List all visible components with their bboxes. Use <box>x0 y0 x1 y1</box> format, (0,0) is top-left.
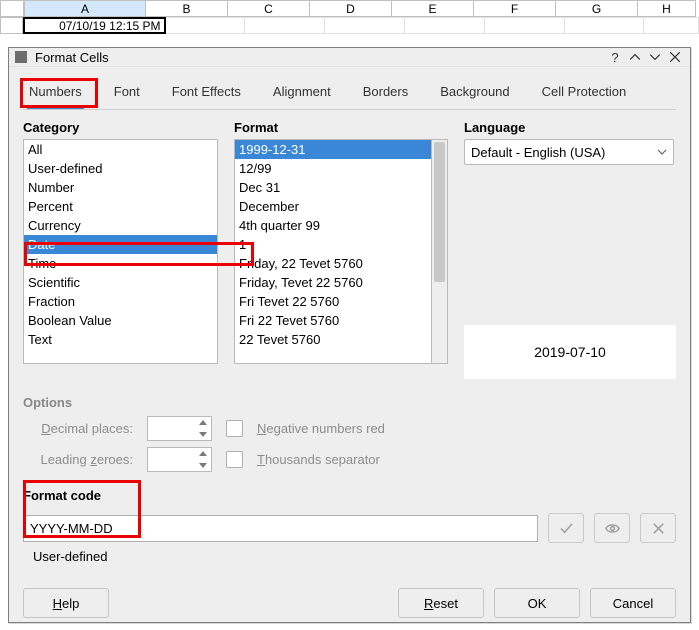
scrollbar-thumb[interactable] <box>434 142 445 282</box>
tab-borders[interactable]: Borders <box>361 80 411 109</box>
help-button[interactable]: Help <box>23 588 109 618</box>
edit-comment-button[interactable] <box>594 513 630 543</box>
category-item[interactable]: Scientific <box>24 273 217 292</box>
format-cells-dialog: Format Cells ? Numbers Font Font Effects… <box>8 47 691 623</box>
format-code-input[interactable] <box>23 515 538 542</box>
format-item[interactable]: 4th quarter 99 <box>235 216 431 235</box>
cell[interactable] <box>405 17 485 34</box>
format-item[interactable]: Friday, Tevet 22 5760 <box>235 273 431 292</box>
options-label: Options <box>23 395 676 410</box>
col-header-a[interactable]: A <box>24 0 146 17</box>
col-header-e[interactable]: E <box>392 0 474 17</box>
leading-zeroes-spinner[interactable] <box>147 447 212 472</box>
tab-cell-protection[interactable]: Cell Protection <box>540 80 629 109</box>
chevron-down-icon <box>657 147 667 157</box>
language-select[interactable]: Default - English (USA) <box>464 139 674 165</box>
close-icon[interactable] <box>666 48 684 66</box>
x-icon <box>651 521 666 536</box>
format-item[interactable]: Friday, 22 Tevet 5760 <box>235 254 431 273</box>
cell[interactable] <box>325 17 405 34</box>
cell[interactable] <box>245 17 325 34</box>
chevron-up-icon[interactable] <box>626 48 644 66</box>
cell[interactable] <box>644 17 699 34</box>
help-icon[interactable]: ? <box>606 48 624 66</box>
language-label: Language <box>464 120 676 135</box>
ok-button[interactable]: OK <box>494 588 580 618</box>
cell-a1[interactable]: 07/10/19 12:15 PM <box>23 17 165 34</box>
format-item[interactable]: 1999-12-31 <box>235 140 431 159</box>
negative-red-label: Negative numbers red <box>257 421 385 436</box>
negative-red-checkbox[interactable] <box>226 420 243 437</box>
category-item[interactable]: Currency <box>24 216 217 235</box>
dialog-button-bar: Help Reset OK Cancel <box>9 578 690 630</box>
col-header-f[interactable]: F <box>474 0 556 17</box>
language-value: Default - English (USA) <box>471 145 605 160</box>
col-header-b[interactable]: B <box>146 0 228 17</box>
check-icon <box>559 521 574 536</box>
format-item[interactable]: Dec 31 <box>235 178 431 197</box>
reset-button[interactable]: Reset <box>398 588 484 618</box>
user-defined-label: User-defined <box>33 549 676 564</box>
format-list[interactable]: 1999-12-31 12/99 Dec 31 December 4th qua… <box>234 139 432 364</box>
chevron-down-icon[interactable] <box>646 48 664 66</box>
format-item[interactable]: 22 Tevet 5760 <box>235 330 431 349</box>
tab-bar: Numbers Font Font Effects Alignment Bord… <box>23 77 676 110</box>
col-header-g[interactable]: G <box>556 0 638 17</box>
format-item[interactable]: 1 <box>235 235 431 254</box>
category-item[interactable]: Text <box>24 330 217 349</box>
decimal-places-label: Decimal places: <box>23 421 133 436</box>
format-item[interactable]: Fri 22 Tevet 5760 <box>235 311 431 330</box>
tab-font[interactable]: Font <box>112 80 142 109</box>
tab-numbers[interactable]: Numbers <box>27 80 84 109</box>
col-header-d[interactable]: D <box>310 0 392 17</box>
row-header-1[interactable] <box>0 17 23 34</box>
format-scrollbar[interactable] <box>432 139 448 364</box>
format-item[interactable]: 12/99 <box>235 159 431 178</box>
select-all-corner[interactable] <box>0 0 24 17</box>
category-item[interactable]: Boolean Value <box>24 311 217 330</box>
app-icon <box>15 51 27 63</box>
titlebar: Format Cells ? <box>9 48 690 67</box>
eye-icon <box>605 521 620 536</box>
format-code-label: Format code <box>23 488 676 503</box>
cell[interactable] <box>166 17 246 34</box>
remove-format-button[interactable] <box>640 513 676 543</box>
cell[interactable] <box>485 17 565 34</box>
format-preview: 2019-07-10 <box>464 325 676 379</box>
format-item[interactable]: Fri Tevet 22 5760 <box>235 292 431 311</box>
category-label: Category <box>23 120 218 135</box>
thousands-checkbox[interactable] <box>226 451 243 468</box>
col-header-c[interactable]: C <box>228 0 310 17</box>
format-item[interactable]: December <box>235 197 431 216</box>
apply-format-button[interactable] <box>548 513 584 543</box>
cell[interactable] <box>565 17 645 34</box>
category-item[interactable]: Time <box>24 254 217 273</box>
category-item[interactable]: Percent <box>24 197 217 216</box>
dialog-title: Format Cells <box>35 50 604 65</box>
category-list[interactable]: All User-defined Number Percent Currency… <box>23 139 218 364</box>
category-item[interactable]: User-defined <box>24 159 217 178</box>
tab-alignment[interactable]: Alignment <box>271 80 333 109</box>
tab-background[interactable]: Background <box>438 80 511 109</box>
category-item-date[interactable]: Date <box>24 235 217 254</box>
cancel-button[interactable]: Cancel <box>590 588 676 618</box>
thousands-label: Thousands separator <box>257 452 380 467</box>
decimal-places-spinner[interactable] <box>147 416 212 441</box>
leading-zeroes-label: Leading zeroes: <box>23 452 133 467</box>
category-item[interactable]: Fraction <box>24 292 217 311</box>
spreadsheet-strip: A B C D E F G H 07/10/19 12:15 PM <box>0 0 699 34</box>
tab-font-effects[interactable]: Font Effects <box>170 80 243 109</box>
col-header-h[interactable]: H <box>638 0 696 17</box>
category-item[interactable]: All <box>24 140 217 159</box>
category-item[interactable]: Number <box>24 178 217 197</box>
format-label: Format <box>234 120 448 135</box>
